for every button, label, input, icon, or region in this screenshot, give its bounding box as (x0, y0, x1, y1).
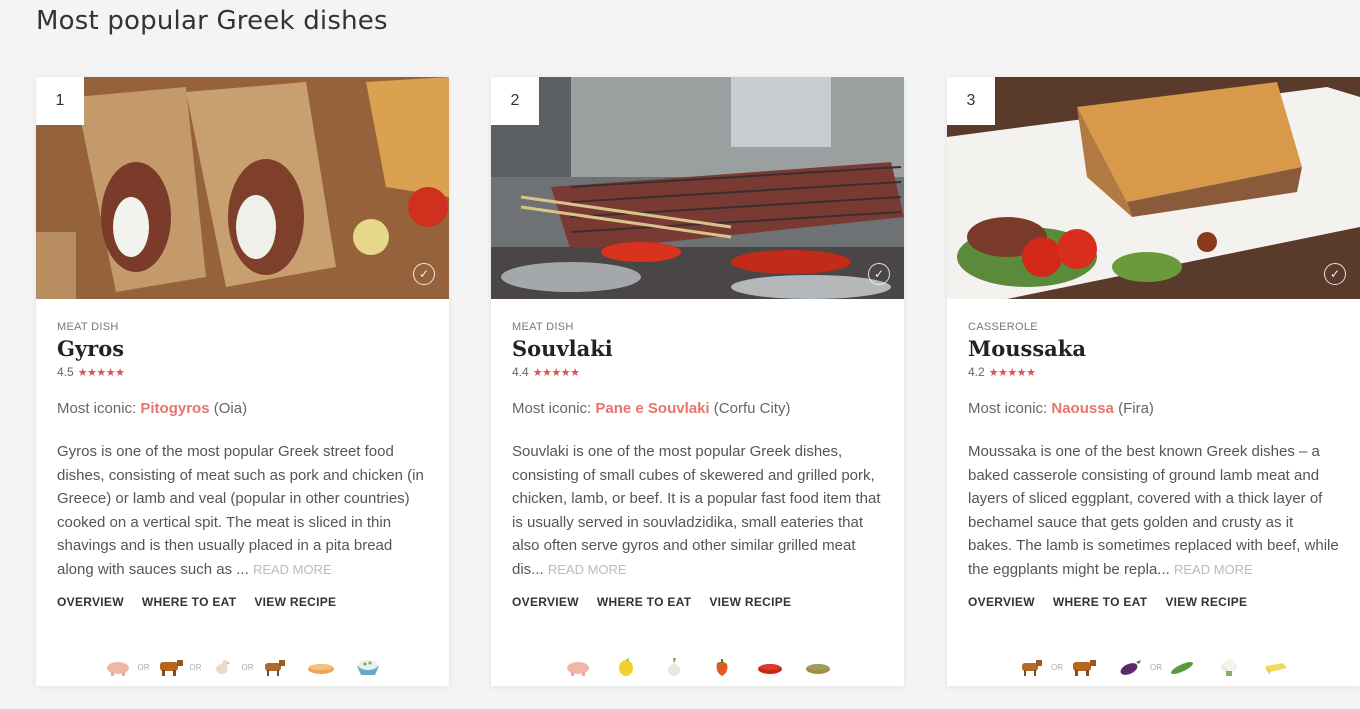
or-label: OR (241, 662, 254, 672)
gyros-photo[interactable]: 1 ✓ (36, 77, 449, 299)
most-iconic: Most iconic: Pane e Souvlaki (Corfu City… (512, 400, 883, 417)
dish-description: Gyros is one of the most popular Greek s… (57, 440, 428, 582)
oregano-icon[interactable] (805, 658, 831, 676)
where-to-eat-link[interactable]: WHERE TO EAT (597, 595, 692, 609)
checkmark-icon[interactable]: ✓ (868, 263, 890, 285)
stars-icon: ★★★★★ (532, 366, 580, 379)
dish-rating: 4.4 ★★★★★ (512, 365, 883, 379)
rating-value: 4.5 (57, 365, 74, 379)
dish-description: Souvlaki is one of the most popular Gree… (512, 440, 883, 582)
checkmark-icon[interactable]: ✓ (413, 263, 435, 285)
most-iconic-label: Most iconic: (968, 400, 1048, 417)
souvlaki-image (491, 77, 904, 299)
checkmark-icon[interactable]: ✓ (1324, 263, 1346, 285)
dish-rating: 4.2 ★★★★★ (968, 365, 1339, 379)
read-more-link[interactable]: READ MORE (548, 562, 627, 577)
paprika-icon[interactable] (757, 658, 783, 676)
moussaka-photo[interactable]: 3 ✓ (947, 77, 1360, 299)
lamb-icon[interactable] (1018, 658, 1044, 676)
dish-description: Moussaka is one of the best known Greek … (968, 440, 1339, 582)
pig-icon[interactable] (105, 658, 131, 676)
cow-icon[interactable] (157, 658, 183, 676)
dish-name[interactable]: Moussaka (968, 336, 1339, 361)
lamb-icon[interactable] (261, 658, 287, 676)
most-iconic-city: (Fira) (1118, 400, 1154, 417)
most-iconic-place-link[interactable]: Naoussa (1051, 400, 1114, 417)
souvlaki-photo[interactable]: 2 ✓ (491, 77, 904, 299)
dish-rating: 4.5 ★★★★★ (57, 365, 428, 379)
tzatziki-icon[interactable] (355, 658, 381, 676)
where-to-eat-link[interactable]: WHERE TO EAT (1053, 595, 1148, 609)
most-iconic-label: Most iconic: (512, 400, 592, 417)
most-iconic-place-link[interactable]: Pane e Souvlaki (595, 400, 709, 417)
dish-category: CASSEROLE (968, 321, 1038, 333)
cow-icon[interactable] (1070, 658, 1096, 676)
dish-card-gyros: 1 ✓ MEAT DISH Gyros 4.5 ★★★★★ Most iconi… (36, 77, 449, 686)
chicken-icon[interactable] (209, 658, 235, 676)
read-more-link[interactable]: READ MORE (1174, 562, 1253, 577)
rating-value: 4.4 (512, 365, 529, 379)
dish-card-souvlaki: 2 ✓ MEAT DISH Souvlaki 4.4 ★★★★★ Most ic… (491, 77, 904, 686)
butter-icon[interactable] (1263, 658, 1289, 676)
overview-link[interactable]: OVERVIEW (968, 595, 1035, 609)
card-actions: OVERVIEW WHERE TO EAT VIEW RECIPE (968, 595, 1339, 609)
description-text: Souvlaki is one of the most popular Gree… (512, 443, 881, 578)
card-actions: OVERVIEW WHERE TO EAT VIEW RECIPE (57, 595, 428, 609)
most-iconic-city: (Oia) (213, 400, 248, 417)
view-recipe-link[interactable]: VIEW RECIPE (709, 595, 791, 609)
or-label: OR (1051, 662, 1063, 672)
dish-name[interactable]: Souvlaki (512, 336, 883, 361)
cauliflower-icon[interactable] (1216, 658, 1242, 676)
where-to-eat-link[interactable]: WHERE TO EAT (142, 595, 237, 609)
dish-category: MEAT DISH (512, 321, 574, 333)
page-title: Most popular Greek dishes (36, 6, 388, 36)
description-text: Moussaka is one of the best known Greek … (968, 443, 1339, 578)
description-text: Gyros is one of the most popular Greek s… (57, 443, 424, 578)
rank-badge: 2 (491, 77, 539, 125)
most-iconic-label: Most iconic: (57, 400, 137, 417)
most-iconic-city: (Corfu City) (713, 400, 791, 417)
ingredient-icons: OR OR (947, 658, 1360, 676)
stars-icon: ★★★★★ (988, 366, 1036, 379)
rank-badge: 3 (947, 77, 995, 125)
or-label: OR (137, 662, 150, 672)
pepper-icon[interactable] (709, 658, 735, 676)
onion-icon[interactable] (661, 658, 687, 676)
overview-link[interactable]: OVERVIEW (57, 595, 124, 609)
lemon-icon[interactable] (613, 658, 639, 676)
rank-badge: 1 (36, 77, 84, 125)
dish-category: MEAT DISH (57, 321, 119, 333)
ingredient-icons: OR OR OR (36, 658, 449, 676)
pita-icon[interactable] (307, 658, 334, 676)
card-actions: OVERVIEW WHERE TO EAT VIEW RECIPE (512, 595, 883, 609)
dish-card-moussaka: 3 ✓ CASSEROLE Moussaka 4.2 ★★★★★ Most ic… (947, 77, 1360, 686)
most-iconic-place-link[interactable]: Pitogyros (140, 400, 209, 417)
ingredient-icons (491, 658, 904, 676)
most-iconic: Most iconic: Pitogyros (Oia) (57, 400, 428, 417)
rating-value: 4.2 (968, 365, 985, 379)
moussaka-image (947, 77, 1360, 299)
eggplant-icon[interactable] (1117, 658, 1143, 676)
dish-name[interactable]: Gyros (57, 336, 428, 361)
read-more-link[interactable]: READ MORE (253, 562, 332, 577)
zucchini-icon[interactable] (1169, 658, 1195, 676)
pig-icon[interactable] (565, 658, 591, 676)
most-iconic: Most iconic: Naoussa (Fira) (968, 400, 1339, 417)
gyros-image (36, 77, 449, 299)
or-label: OR (189, 662, 202, 672)
view-recipe-link[interactable]: VIEW RECIPE (254, 595, 336, 609)
stars-icon: ★★★★★ (77, 366, 125, 379)
overview-link[interactable]: OVERVIEW (512, 595, 579, 609)
or-label: OR (1150, 662, 1162, 672)
view-recipe-link[interactable]: VIEW RECIPE (1165, 595, 1247, 609)
